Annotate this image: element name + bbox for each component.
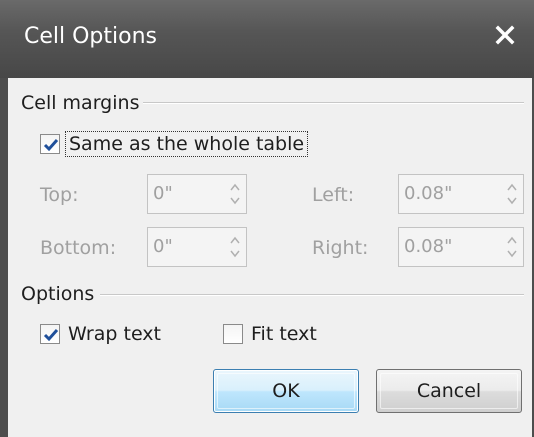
ok-button-label: OK [272,380,300,402]
wrap-text-checkbox[interactable]: Wrap text [40,322,161,346]
bottom-value: 0" [153,236,173,257]
fit-text-checkbox-box[interactable] [223,324,243,344]
top-spinbox[interactable]: 0" [147,174,247,214]
top-label: Top: [40,184,79,206]
cancel-button[interactable]: Cancel [376,369,522,413]
spin-arrows-icon[interactable] [228,233,242,261]
close-icon [495,25,515,45]
checkmark-icon [43,329,59,342]
same-as-table-label: Same as the whole table [65,131,309,157]
same-as-table-checkbox[interactable]: Same as the whole table [40,131,309,157]
bottom-label: Bottom: [40,237,117,259]
spin-arrows-icon[interactable] [505,233,519,261]
left-spinbox[interactable]: 0.08" [398,174,524,214]
left-label: Left: [312,184,355,206]
left-value: 0.08" [404,183,453,204]
fit-text-checkbox[interactable]: Fit text [223,322,317,346]
ok-button[interactable]: OK [213,369,359,413]
close-button[interactable] [490,20,520,50]
same-as-table-checkbox-box[interactable] [40,134,60,154]
cell-margins-divider [143,102,524,104]
dialog-title: Cell Options [24,24,157,49]
wrap-text-checkbox-box[interactable] [40,324,60,344]
dialog-body: Cell margins Same as the whole table Top… [8,78,532,437]
bottom-spinbox[interactable]: 0" [147,227,247,267]
fit-text-label: Fit text [251,323,317,345]
top-value: 0" [153,183,173,204]
wrap-text-label: Wrap text [68,323,161,345]
right-value: 0.08" [404,236,453,257]
spin-arrows-icon[interactable] [505,180,519,208]
cell-options-dialog: Cell Options Cell margins Same as the wh… [0,0,534,437]
options-divider [100,294,524,296]
cell-margins-group-label: Cell margins [21,91,144,115]
checkmark-icon [43,139,59,152]
cancel-button-label: Cancel [416,380,482,402]
title-bar[interactable]: Cell Options [0,0,534,78]
options-group-label: Options [21,282,99,306]
right-spinbox[interactable]: 0.08" [398,227,524,267]
right-label: Right: [312,237,369,259]
spin-arrows-icon[interactable] [228,180,242,208]
